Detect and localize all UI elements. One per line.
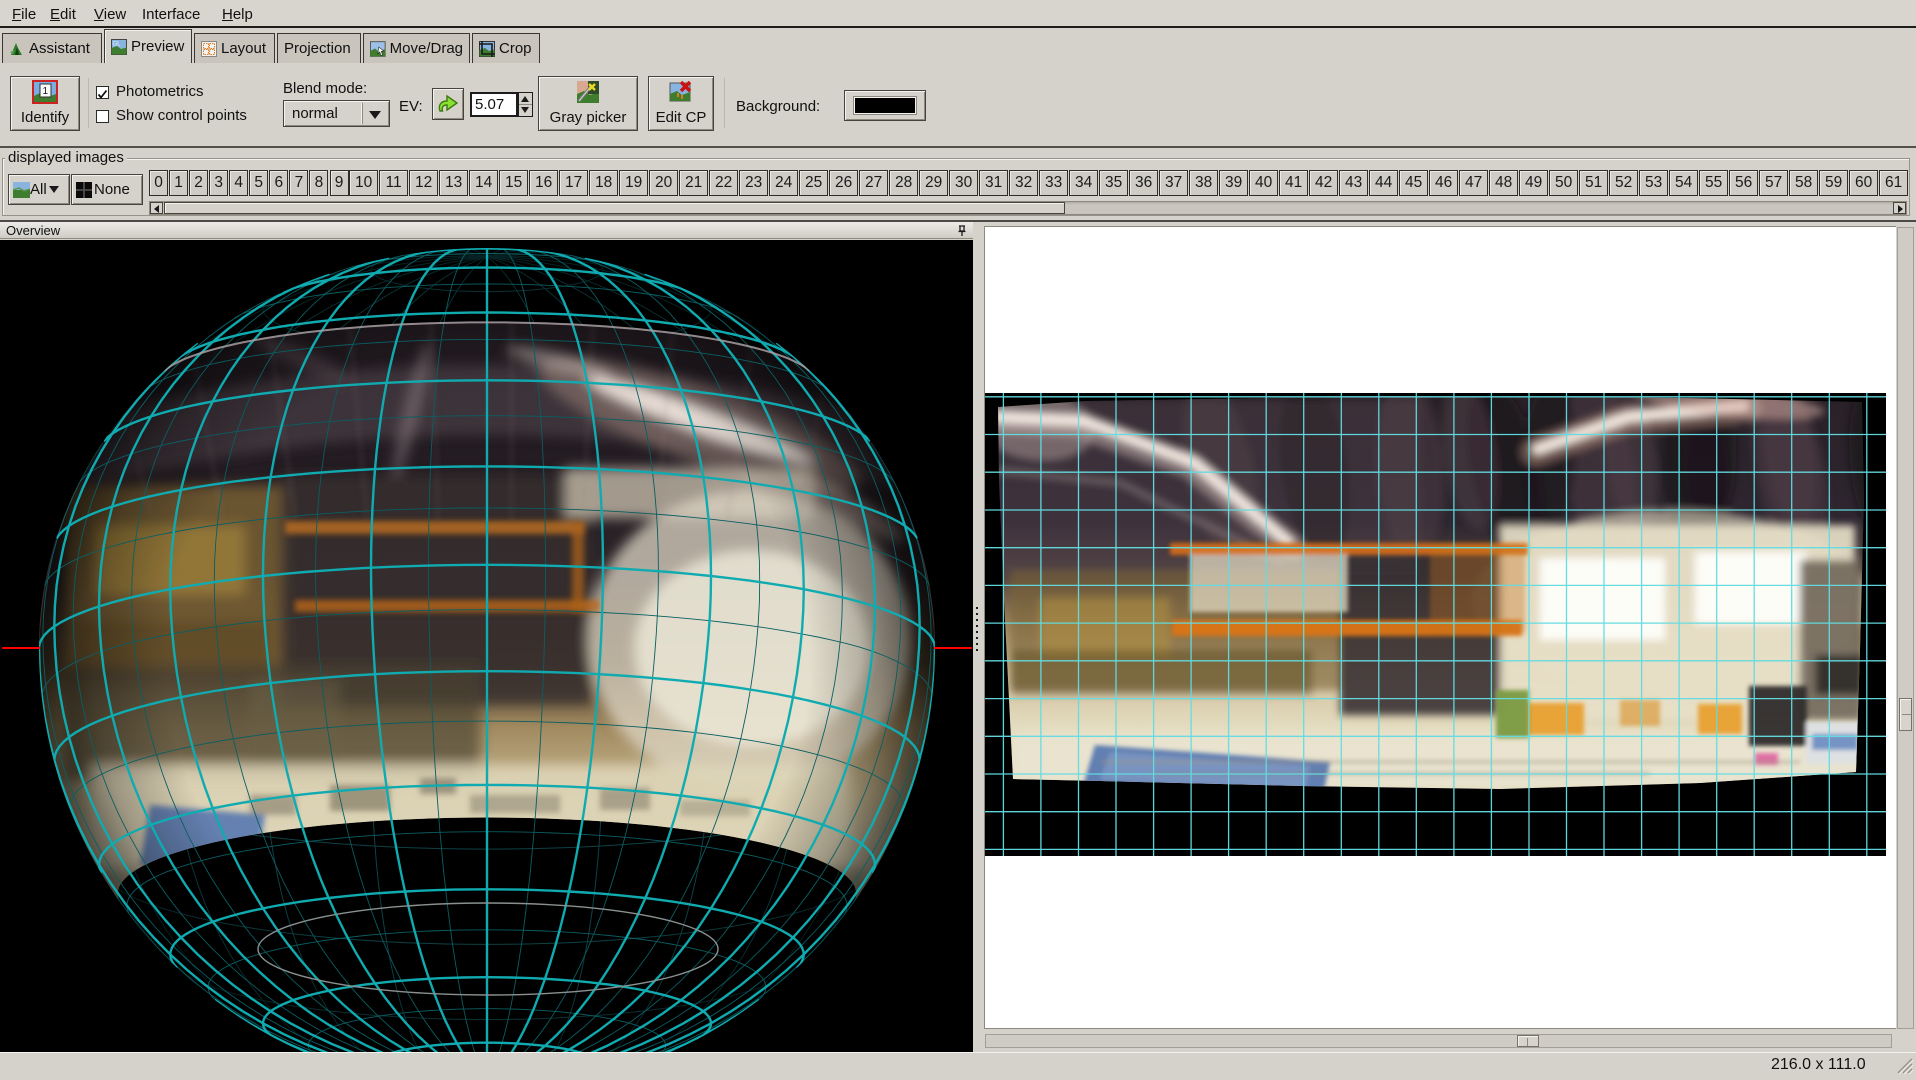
svg-text:1: 1 — [43, 86, 49, 97]
svg-text:GL: GL — [113, 41, 122, 47]
